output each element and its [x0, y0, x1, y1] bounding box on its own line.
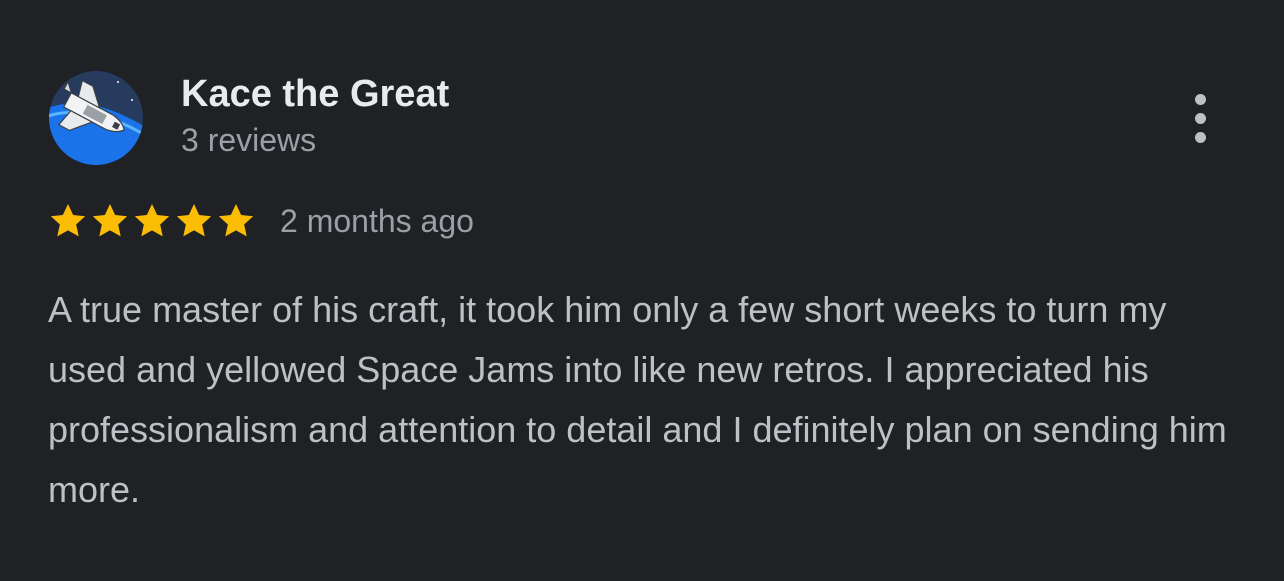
star-icon: [174, 201, 214, 241]
review-date: 2 months ago: [280, 202, 474, 239]
star-icon: [90, 201, 130, 241]
rating-row: 2 months ago: [48, 198, 474, 244]
author-name[interactable]: Kace the Great: [181, 72, 449, 116]
more-options-button[interactable]: [1176, 86, 1224, 150]
review-text: A true master of his craft, it took him …: [48, 289, 1227, 510]
star-icon: [48, 201, 88, 241]
more-vertical-icon: [1194, 93, 1206, 105]
more-vertical-icon: [1194, 131, 1206, 143]
review-count[interactable]: 3 reviews: [181, 120, 316, 160]
avatar[interactable]: [48, 70, 144, 166]
more-vertical-icon: [1194, 112, 1206, 124]
space-shuttle-icon: [49, 71, 143, 165]
review-card: Kace the Great 3 reviews 2 months ago A …: [0, 0, 1284, 581]
star-icon: [132, 201, 172, 241]
star-icon: [216, 201, 256, 241]
star-rating: [48, 201, 256, 241]
